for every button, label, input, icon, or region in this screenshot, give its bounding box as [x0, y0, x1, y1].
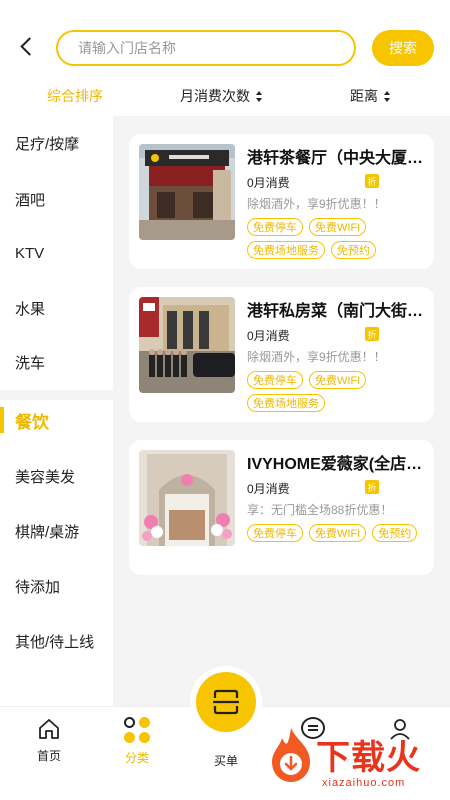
sort-arrows-icon: [384, 90, 391, 102]
tag-free-wifi: 免费WIFI: [309, 371, 367, 389]
home-icon: [39, 719, 59, 739]
sort-monthly-sales[interactable]: 月消费次数: [180, 86, 263, 106]
sidebar-item-to-add[interactable]: 待添加: [0, 559, 113, 613]
discount-badge: 折: [365, 480, 379, 494]
tag-free-parking: 免费停车: [247, 524, 303, 542]
watermark-logo: 下载火 xiazaihuo.com: [262, 722, 450, 800]
discount-badge: 折: [365, 174, 379, 188]
store-monthly-sales: 0月消费: [247, 176, 290, 190]
tag-free-venue-service: 免费场地服务: [247, 394, 325, 412]
sort-distance[interactable]: 距离: [350, 86, 391, 106]
tag-no-reservation: 免预约: [331, 241, 376, 259]
store-promo: 享：无门槛全场88折优惠！: [247, 503, 393, 517]
store-list: 港轩茶餐厅（中央大厦店） 0月消费 折 除烟酒外，享9折优惠！！ 免费停车 免费…: [113, 116, 450, 706]
store-card[interactable]: 港轩私房菜（南门大街店） 0月消费 折 除烟酒外，享9折优惠！！ 免费停车 免费…: [129, 287, 434, 422]
scan-icon: [213, 689, 239, 715]
sort-monthly-sales-label: 月消费次数: [180, 88, 250, 104]
sidebar-item-foot-massage[interactable]: 足疗/按摩: [0, 116, 113, 170]
nav-home-label: 首页: [36, 749, 61, 763]
tag-free-wifi: 免费WIFI: [309, 218, 367, 236]
sort-bar: 综合排序 月消费次数 距离: [0, 72, 450, 116]
store-monthly-sales: 0月消费: [247, 482, 290, 496]
sidebar-item-car-wash[interactable]: 洗车: [0, 335, 113, 389]
tag-free-venue-service: 免费场地服务: [247, 241, 325, 259]
sidebar-item-board-games[interactable]: 棋牌/桌游: [0, 504, 113, 558]
sidebar-item-bar[interactable]: 酒吧: [0, 172, 113, 226]
search-input[interactable]: 请输入门店名称: [56, 30, 356, 66]
store-photo: [139, 297, 235, 393]
search-button[interactable]: 搜索: [372, 30, 434, 66]
tag-free-parking: 免费停车: [247, 218, 303, 236]
category-sidebar: 足疗/按摩 酒吧 KTV 水果 洗车 餐饮 美容美发 棋牌/桌游 待添加 其他/…: [0, 116, 113, 706]
nav-category[interactable]: 分类: [107, 717, 167, 766]
store-name: IVYHOME爱薇家(全店通用): [247, 456, 427, 473]
tag-free-wifi: 免费WIFI: [309, 524, 367, 542]
store-card[interactable]: IVYHOME爱薇家(全店通用) 0月消费 折 享：无门槛全场88折优惠！ 免费…: [129, 440, 434, 575]
search-placeholder: 请输入门店名称: [78, 40, 176, 56]
watermark-text: 下载火: [316, 739, 421, 777]
sidebar-item-fruit[interactable]: 水果: [0, 281, 113, 335]
discount-badge: 折: [365, 327, 379, 341]
tag-free-parking: 免费停车: [247, 371, 303, 389]
store-tags: 免费停车 免费WIFI 免预约: [247, 524, 432, 542]
sidebar-item-ktv[interactable]: KTV: [0, 226, 113, 280]
sidebar-item-beauty[interactable]: 美容美发: [0, 449, 113, 503]
header: 请输入门店名称 搜索: [0, 0, 450, 72]
category-grid-icon: [124, 717, 150, 743]
store-tags: 免费停车 免费WIFI 免费场地服务 免预约: [247, 218, 432, 259]
nav-category-label: 分类: [124, 751, 149, 765]
store-name: 港轩茶餐厅（中央大厦店）: [247, 150, 427, 167]
nav-home[interactable]: 首页: [19, 717, 79, 764]
store-card[interactable]: 港轩茶餐厅（中央大厦店） 0月消费 折 除烟酒外，享9折优惠！！ 免费停车 免费…: [129, 134, 434, 269]
sidebar-item-dining[interactable]: 餐饮: [0, 393, 113, 447]
back-arrow-icon[interactable]: [18, 36, 36, 58]
sort-arrows-icon: [256, 90, 263, 102]
store-tags: 免费停车 免费WIFI 免费场地服务: [247, 371, 432, 412]
pay-scan-button[interactable]: [196, 672, 256, 732]
store-monthly-sales: 0月消费: [247, 329, 290, 343]
sort-comprehensive-label: 综合排序: [47, 88, 103, 104]
sort-comprehensive[interactable]: 综合排序: [47, 86, 103, 106]
store-photo: [139, 450, 235, 546]
store-name: 港轩私房菜（南门大街店）: [247, 303, 427, 320]
watermark-url: xiazaihuo.com: [322, 777, 406, 789]
store-promo: 除烟酒外，享9折优惠！！: [247, 350, 386, 364]
store-promo: 除烟酒外，享9折优惠！！: [247, 197, 386, 211]
tag-no-reservation: 免预约: [372, 524, 418, 542]
flame-logo-icon: [272, 728, 310, 782]
pay-label: 买单: [213, 754, 238, 768]
store-photo: [139, 144, 235, 240]
sort-distance-label: 距离: [350, 88, 378, 104]
sidebar-item-other[interactable]: 其他/待上线: [0, 614, 113, 668]
